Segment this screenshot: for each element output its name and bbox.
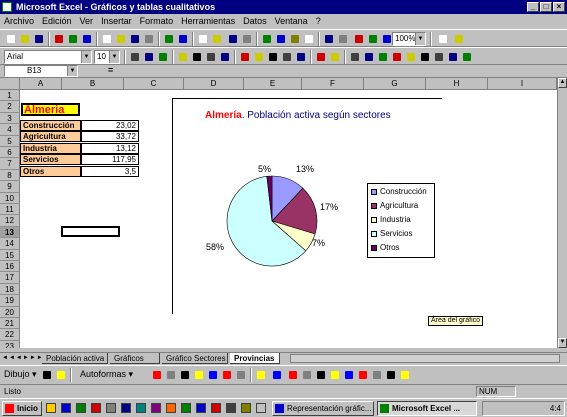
pie-data-label: 58% xyxy=(206,242,224,252)
drawing-toolbar-button-icon[interactable] xyxy=(220,368,233,381)
num-lock-indicator: NUM xyxy=(476,386,516,397)
autoshapes-menu[interactable]: Autoformas ▾ xyxy=(80,369,133,380)
quick-launch-icon[interactable] xyxy=(121,403,131,413)
quick-launch-icon[interactable] xyxy=(46,403,56,413)
quick-launch-icon[interactable] xyxy=(226,403,236,413)
horizontal-scrollbar[interactable] xyxy=(290,354,560,363)
status-text: Listo xyxy=(4,387,21,396)
sheet-tab[interactable]: Gráfico Sectores xyxy=(162,353,228,364)
sheet-tab[interactable]: Provincias xyxy=(230,353,280,364)
quick-launch-icon[interactable] xyxy=(196,403,206,413)
drawing-toolbar-button-icon[interactable] xyxy=(206,368,219,381)
quick-launch-icon[interactable] xyxy=(76,403,86,413)
drawing-toolbar-button-icon[interactable] xyxy=(398,368,411,381)
pie-data-label: 5% xyxy=(258,164,271,174)
legend-entry[interactable]: Servicios xyxy=(371,229,412,239)
quick-launch-icon[interactable] xyxy=(61,403,71,413)
toolbar-separator xyxy=(70,368,72,382)
legend-label: Otros xyxy=(380,243,400,252)
drawing-toolbar-button-icon[interactable] xyxy=(384,368,397,381)
taskbar-item-excel[interactable]: Microsoft Excel ... xyxy=(377,401,477,416)
drawing-toolbar-button-icon[interactable] xyxy=(356,368,369,381)
quick-launch-icon[interactable] xyxy=(256,403,266,413)
sheet-tab[interactable]: Gráficos xyxy=(110,353,160,364)
quick-launch-icon[interactable] xyxy=(91,403,101,413)
legend-label: Industria xyxy=(380,215,411,224)
legend-entry[interactable]: Industria xyxy=(371,215,411,225)
quick-launch-icon[interactable] xyxy=(181,403,191,413)
quick-launch-icon[interactable] xyxy=(151,403,161,413)
taskbar: Inicio Representación gráfic... Microsof… xyxy=(0,398,567,417)
drawing-toolbar-button-icon[interactable] xyxy=(342,368,355,381)
sheet-tab[interactable]: Población activa xyxy=(42,353,108,364)
chart-legend[interactable]: Construcción Agricultura Industria Servicio… xyxy=(367,183,435,258)
pie-data-label: 7% xyxy=(312,238,325,248)
quick-launch-icon[interactable] xyxy=(211,403,221,413)
legend-swatch xyxy=(371,202,377,209)
drawing-toolbar-button-icon[interactable] xyxy=(370,368,383,381)
drawing-toolbar-button-icon[interactable] xyxy=(286,368,299,381)
legend-entry[interactable]: Construcción xyxy=(371,187,427,197)
drawing-toolbar-button-icon[interactable] xyxy=(40,368,53,381)
sheet-tabs-bar: ◄◄◄►►► Población activa Gráficos Gráfico S… xyxy=(0,352,567,364)
pie-data-label: 13% xyxy=(296,164,314,174)
start-button[interactable]: Inicio xyxy=(2,401,42,416)
drawing-toolbar: Dibujo ▾ Autoformas ▾ xyxy=(0,365,567,384)
legend-swatch xyxy=(371,188,377,195)
drawing-toolbar-button-icon[interactable] xyxy=(270,368,283,381)
taskbar-item-word[interactable]: Representación gráfic... xyxy=(272,401,374,416)
legend-swatch xyxy=(371,244,377,251)
pie-data-label: 17% xyxy=(320,202,338,212)
drawing-toolbar-button-icon[interactable] xyxy=(254,368,267,381)
quick-launch-icon[interactable] xyxy=(136,403,146,413)
legend-label: Construcción xyxy=(380,187,427,196)
clock: 4:4 xyxy=(549,404,561,413)
chart-tooltip: Área del gráfico xyxy=(428,316,484,326)
drawing-toolbar-button-icon[interactable] xyxy=(300,368,313,381)
drawing-toolbar-button-icon[interactable] xyxy=(314,368,327,381)
legend-swatch xyxy=(371,230,377,237)
drawing-toolbar-button-icon[interactable] xyxy=(234,368,247,381)
quick-launch-icon[interactable] xyxy=(106,403,116,413)
drawing-toolbar-button-icon[interactable] xyxy=(178,368,191,381)
drawing-toolbar-button-icon[interactable] xyxy=(164,368,177,381)
legend-swatch xyxy=(371,216,377,223)
drawing-toolbar-button-icon[interactable] xyxy=(150,368,163,381)
draw-menu[interactable]: Dibujo ▾ xyxy=(4,369,37,380)
toolbar-separator xyxy=(250,368,252,382)
status-bar: Listo NUM xyxy=(0,384,567,398)
legend-entry[interactable]: Agricultura xyxy=(371,201,418,211)
system-tray: 4:4 xyxy=(482,401,565,416)
legend-label: Agricultura xyxy=(380,201,419,210)
legend-label: Servicios xyxy=(380,229,413,238)
tab-scroll-icons[interactable]: ◄◄◄►►► xyxy=(2,353,44,364)
quick-launch-icon[interactable] xyxy=(166,403,176,413)
drawing-toolbar-button-icon[interactable] xyxy=(54,368,67,381)
drawing-toolbar-button-icon[interactable] xyxy=(192,368,205,381)
drawing-toolbar-button-icon[interactable] xyxy=(328,368,341,381)
legend-entry[interactable]: Otros xyxy=(371,243,400,253)
quick-launch-icon[interactable] xyxy=(241,403,251,413)
